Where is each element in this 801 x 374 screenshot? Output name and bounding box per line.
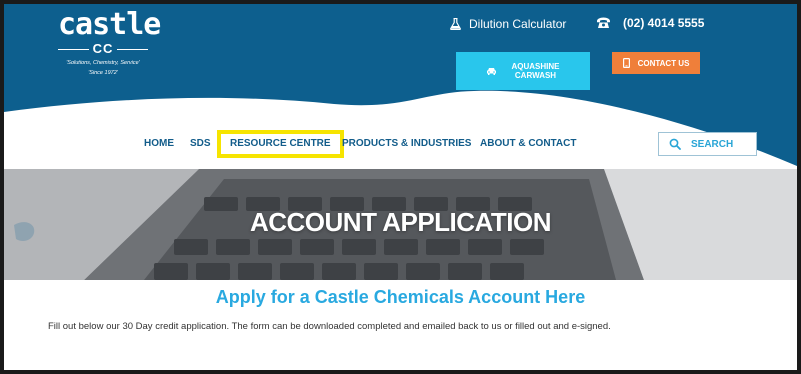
mobile-icon: [622, 58, 630, 68]
header-wave: [4, 90, 797, 170]
nav-item-home[interactable]: HOME: [144, 134, 174, 154]
site-logo[interactable]: castle CC 'Solutions, Chemistry, Service…: [58, 7, 161, 76]
logo-since: 'Since 1972': [88, 70, 118, 76]
section-body-text: Fill out below our 30 Day credit applica…: [48, 321, 611, 332]
phone-number: (02) 4014 5555: [623, 16, 705, 30]
search-icon: [669, 138, 681, 150]
search-placeholder: SEARCH: [691, 138, 734, 150]
section-heading: Apply for a Castle Chemicals Account Her…: [215, 287, 586, 307]
logo-wordmark: castle: [58, 7, 161, 42]
contact-us-button[interactable]: CONTACT US: [612, 52, 700, 74]
phone-link[interactable]: (02) 4014 5555: [596, 16, 704, 30]
phone-icon: [596, 17, 611, 29]
nav-item-about-contact[interactable]: ABOUT & CONTACT: [480, 134, 576, 154]
logo-slogan: 'Solutions, Chemistry, Service': [66, 60, 140, 66]
nav-item-resource-centre[interactable]: RESOURCE CENTRE: [217, 130, 344, 158]
hero-banner: ACCOUNT APPLICATION: [4, 169, 797, 280]
nav-item-products-industries[interactable]: PRODUCTS & INDUSTRIES: [342, 134, 471, 154]
flask-icon: [450, 18, 461, 30]
hero-title: ACCOUNT APPLICATION: [249, 207, 552, 237]
search-box[interactable]: SEARCH: [658, 132, 757, 156]
nav-item-sds[interactable]: SDS: [190, 134, 211, 154]
car-icon: [486, 67, 497, 76]
contact-us-label: CONTACT US: [637, 58, 690, 68]
page-frame: castle CC 'Solutions, Chemistry, Service…: [4, 4, 797, 370]
aquashine-carwash-button[interactable]: AQUASHINE CARWASH: [456, 52, 590, 90]
dilution-calculator-link[interactable]: Dilution Calculator: [450, 17, 566, 31]
site-header: castle CC 'Solutions, Chemistry, Service…: [4, 4, 797, 170]
dilution-calculator-label: Dilution Calculator: [469, 17, 567, 31]
logo-monogram: CC: [58, 42, 148, 56]
aquashine-label: AQUASHINE CARWASH: [511, 62, 560, 80]
